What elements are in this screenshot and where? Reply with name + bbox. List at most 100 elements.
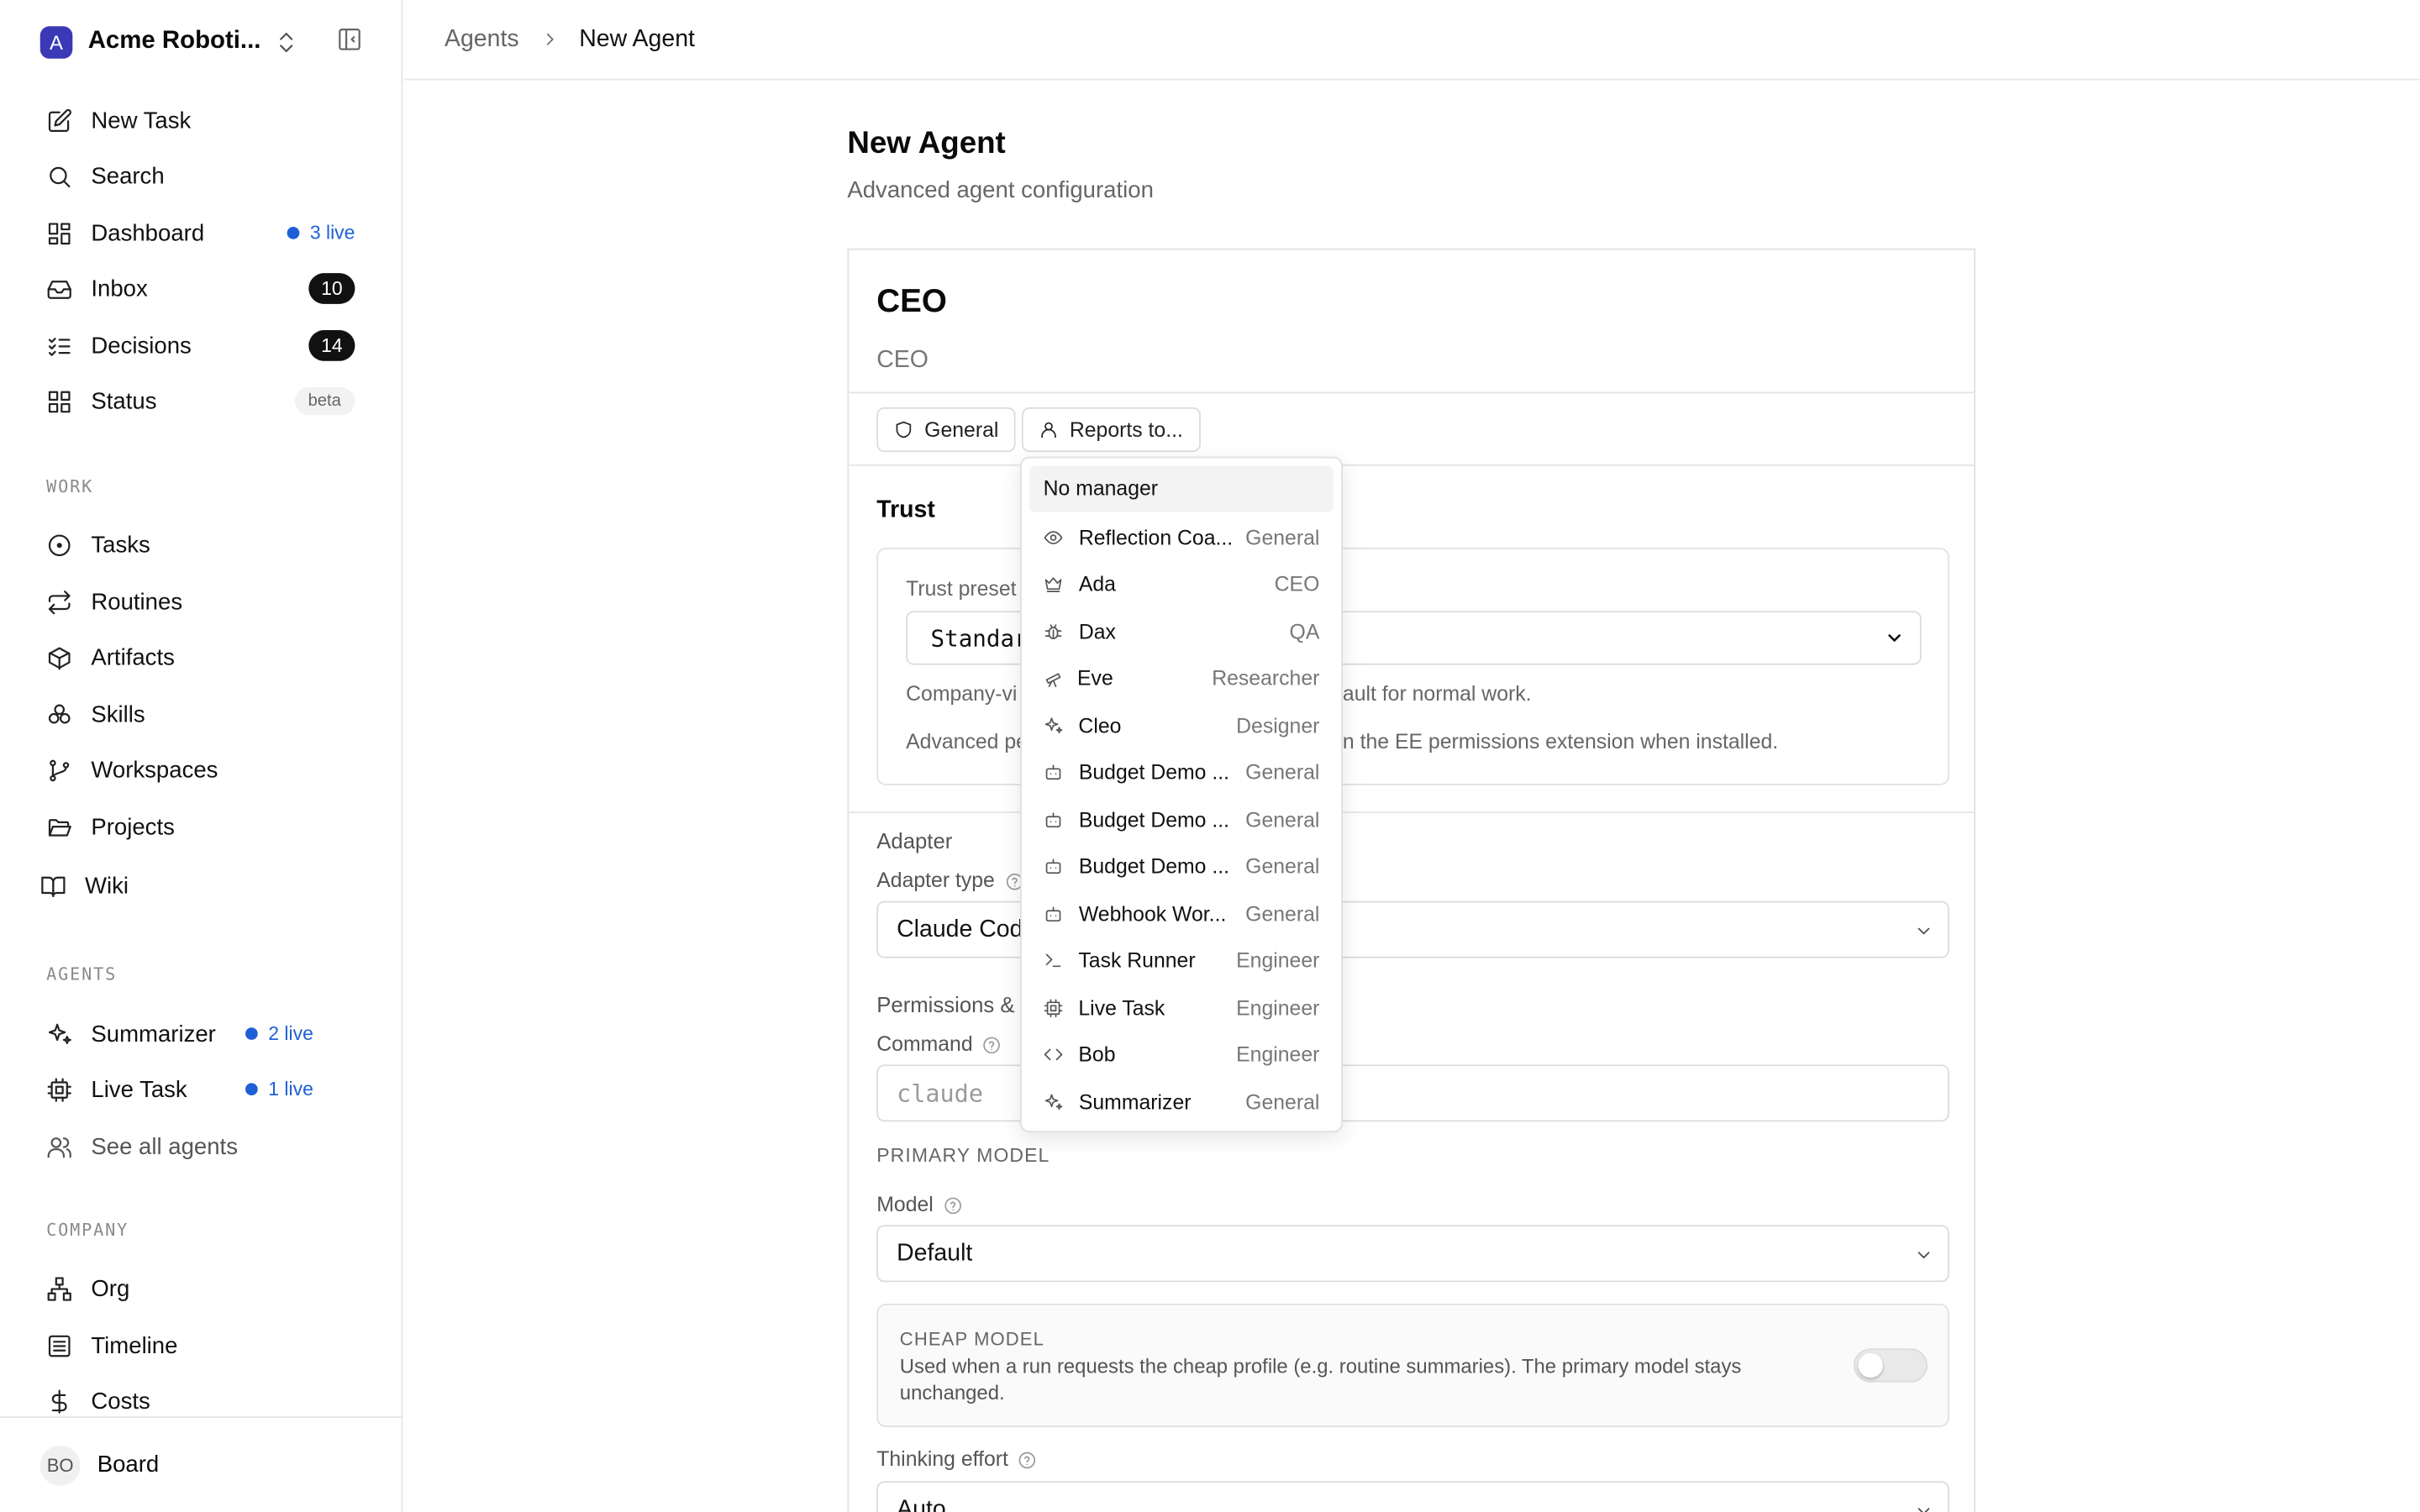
option-name: Summarizer [1078, 1089, 1192, 1114]
trust-section-title: Trust [876, 496, 935, 523]
sidebar-item-decisions[interactable]: Decisions 14 [46, 324, 355, 367]
divider [849, 811, 1975, 813]
breadcrumb-agents-link[interactable]: Agents [445, 25, 519, 53]
live-indicator: 2 live [245, 1022, 313, 1045]
section-heading-company: COMPANY [46, 1220, 129, 1241]
option-name: Eve [1077, 665, 1113, 690]
user-menu[interactable]: BO Board [0, 1416, 403, 1512]
sidebar-item-label: Decisions [91, 332, 192, 360]
manager-option[interactable]: Budget Demo ... General [1029, 748, 1334, 795]
sparkles-icon [46, 1021, 72, 1047]
decisions-count-badge: 14 [308, 330, 355, 361]
avatar: BO [39, 1445, 81, 1485]
cheap-model-toggle[interactable] [1853, 1348, 1928, 1383]
help-circle-icon[interactable] [943, 1195, 963, 1215]
sidebar-item-tasks[interactable]: Tasks [46, 523, 355, 566]
sidebar-item-skills[interactable]: Skills [46, 693, 355, 736]
grid-icon [46, 388, 72, 414]
sidebar-item-label: Artifacts [91, 643, 175, 671]
manager-option[interactable]: Live Task Engineer [1029, 984, 1334, 1031]
sidebar-item-workspaces[interactable]: Workspaces [46, 748, 355, 791]
model-select[interactable]: Default [876, 1225, 1949, 1283]
bot-icon [1044, 761, 1065, 781]
sidebar-item-status[interactable]: Status beta [46, 380, 355, 423]
option-role: Engineer [1236, 1042, 1320, 1066]
manager-option[interactable]: Task Runner Engineer [1029, 937, 1334, 983]
live-count: 2 live [268, 1022, 313, 1045]
dollar-icon [46, 1388, 72, 1414]
option-role: General [1245, 901, 1320, 926]
reports-to-chip[interactable]: Reports to... [1021, 407, 1201, 453]
chevron-down-icon [1914, 1501, 1934, 1512]
thinking-effort-select[interactable]: Auto [876, 1481, 1949, 1512]
option-name: Live Task [1078, 995, 1165, 1020]
sidebar-item-inbox[interactable]: Inbox 10 [46, 267, 355, 310]
app-root: A Acme Roboti... New Task Search Dashboa… [0, 0, 2420, 1512]
sidebar-item-routines[interactable]: Routines [46, 580, 355, 623]
thinking-effort-value: Auto [897, 1496, 946, 1512]
manager-option[interactable]: Webhook Wor... General [1029, 890, 1334, 937]
help-circle-icon[interactable] [982, 1035, 1002, 1055]
sidebar-item-new-task[interactable]: New Task [46, 99, 355, 142]
option-role: General [1245, 525, 1320, 549]
terminal-icon [1044, 949, 1065, 969]
sidebar-item-dashboard[interactable]: Dashboard 3 live [46, 212, 355, 255]
sidebar-item-label: New Task [91, 107, 192, 134]
cheap-model-description: Used when a run requests the cheap profi… [899, 1354, 1742, 1404]
sidebar-item-artifacts[interactable]: Artifacts [46, 636, 355, 679]
manager-option[interactable]: Reflection Coa... General [1029, 514, 1334, 560]
option-name: Ada [1078, 571, 1116, 596]
sidebar-item-label: See all agents [91, 1133, 238, 1160]
sidebar-item-live-task[interactable]: Live Task 1 live [46, 1068, 355, 1110]
manager-option[interactable]: Budget Demo ... General [1029, 843, 1334, 889]
permissions-label: Permissions & [876, 991, 1015, 1017]
manager-option[interactable]: Ada CEO [1029, 560, 1334, 606]
agent-name-input[interactable]: CEO [876, 284, 947, 321]
crown-icon [1044, 573, 1065, 593]
manager-option[interactable]: Summarizer General [1029, 1079, 1334, 1125]
chip-label: Reports to... [1069, 417, 1183, 442]
role-chip-general[interactable]: General [876, 407, 1016, 453]
manager-option[interactable]: Dax QA [1029, 608, 1334, 654]
sidebar-item-see-all-agents[interactable]: See all agents [46, 1125, 355, 1168]
inbox-icon [46, 276, 72, 302]
sidebar-item-label: Timeline [91, 1331, 178, 1359]
option-name: Reflection Coa... [1078, 525, 1234, 549]
chevron-down-icon [1914, 1245, 1934, 1265]
chevron-down-icon [1885, 628, 1905, 648]
manager-option[interactable]: Eve Researcher [1029, 654, 1334, 701]
folder-open-icon [46, 814, 72, 840]
sidebar-item-label: Skills [91, 701, 145, 728]
option-role: Researcher [1212, 665, 1320, 690]
sidebar-item-projects[interactable]: Projects [46, 806, 355, 848]
no-manager-option[interactable]: No manager [1029, 465, 1334, 512]
page-title: New Agent [847, 126, 1006, 161]
company-switcher[interactable]: A Acme Roboti... [39, 22, 380, 62]
sidebar-item-org[interactable]: Org [46, 1267, 355, 1310]
manager-option[interactable]: Bob Engineer [1029, 1031, 1334, 1077]
help-circle-icon[interactable] [1018, 1450, 1038, 1470]
adapter-type-value: Claude Code [897, 916, 1037, 943]
sidebar-item-summarizer[interactable]: Summarizer 2 live [46, 1012, 355, 1055]
manager-option[interactable]: Cleo Designer [1029, 702, 1334, 748]
sidebar-item-timeline[interactable]: Timeline [46, 1324, 355, 1367]
agent-title-input[interactable]: CEO [876, 347, 929, 375]
breadcrumb-current: New Agent [579, 25, 695, 52]
sidebar-item-search[interactable]: Search [46, 155, 355, 197]
circle-dot-icon [46, 532, 72, 558]
trust-note-2-left: Advanced pe [906, 729, 1028, 753]
option-role: CEO [1274, 571, 1320, 596]
sidebar-toggle-icon[interactable] [336, 26, 362, 52]
sparkles-icon [1044, 1091, 1065, 1111]
sidebar-item-label: Dashboard [91, 219, 205, 246]
trust-note-1-left: Company-vi [906, 681, 1018, 706]
list-checks-icon [46, 333, 72, 359]
option-name: Budget Demo ... [1078, 759, 1230, 784]
sidebar-item-wiki[interactable]: Wiki [40, 864, 349, 907]
git-branch-icon [46, 757, 72, 783]
live-dot [287, 226, 299, 239]
users-icon [46, 1133, 72, 1159]
live-indicator: 3 live [287, 222, 355, 244]
option-role: Engineer [1236, 948, 1320, 972]
manager-option[interactable]: Budget Demo ... General [1029, 796, 1334, 843]
